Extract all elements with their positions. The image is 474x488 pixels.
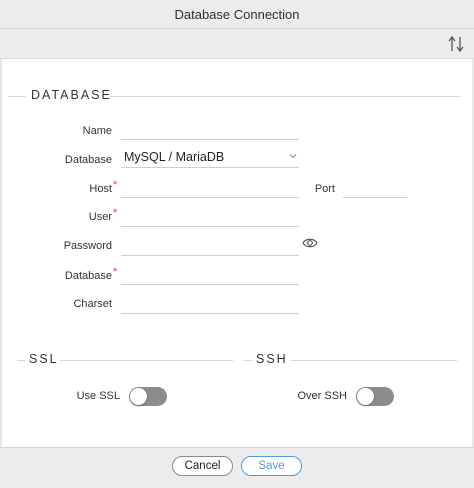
dialog-footer: Cancel Save	[0, 447, 474, 488]
section-rule	[244, 360, 252, 361]
section-rule	[8, 96, 26, 97]
name-field[interactable]	[121, 120, 299, 140]
host-label: Host	[89, 183, 112, 195]
charset-input[interactable]	[121, 294, 299, 313]
database-input[interactable]	[121, 265, 299, 284]
section-title-ssh: SSH	[256, 352, 288, 366]
window-edge-left	[0, 59, 2, 447]
section-rule	[60, 360, 233, 361]
port-input[interactable]	[343, 178, 407, 197]
password-input[interactable]	[121, 236, 299, 255]
database-type-label: Database	[64, 154, 112, 166]
toggle-knob	[130, 388, 147, 405]
database-required-marker: *	[113, 266, 118, 278]
host-field[interactable]	[121, 178, 299, 198]
use-ssl-toggle[interactable]	[129, 387, 167, 406]
toggle-knob	[357, 388, 374, 405]
user-label: User	[88, 211, 112, 223]
toolbar	[0, 29, 474, 59]
charset-label: Charset	[73, 298, 112, 310]
password-field[interactable]	[121, 236, 299, 256]
user-required-marker: *	[113, 207, 118, 219]
section-rule	[291, 360, 457, 361]
port-field[interactable]	[343, 178, 407, 198]
use-ssl-label: Use SSL	[76, 390, 120, 402]
charset-field[interactable]	[121, 294, 299, 314]
database-field[interactable]	[121, 265, 299, 285]
section-title-database: DATABASE	[31, 88, 112, 102]
section-rule	[17, 360, 25, 361]
host-input[interactable]	[121, 178, 299, 197]
section-title-ssl: SSL	[29, 352, 59, 366]
port-label: Port	[314, 183, 335, 195]
database-type-select[interactable]: MySQL / MariaDB	[121, 148, 299, 168]
chevron-down-icon	[289, 154, 297, 159]
user-field[interactable]	[121, 207, 299, 227]
section-rule	[110, 96, 460, 97]
host-required-marker: *	[113, 179, 118, 191]
name-input[interactable]	[121, 120, 299, 139]
database-label: Database	[64, 270, 112, 282]
cancel-button[interactable]: Cancel	[172, 456, 233, 476]
sort-arrows-icon[interactable]	[448, 35, 464, 53]
over-ssh-toggle[interactable]	[356, 387, 394, 406]
window-title: Database Connection	[174, 7, 300, 22]
name-label: Name	[82, 125, 112, 137]
database-type-value: MySQL / MariaDB	[124, 150, 225, 164]
title-bar: Database Connection	[0, 0, 474, 29]
user-input[interactable]	[121, 207, 299, 226]
over-ssh-label: Over SSH	[297, 390, 347, 402]
eye-icon[interactable]	[302, 237, 318, 249]
password-label: Password	[63, 240, 112, 252]
save-button[interactable]: Save	[241, 456, 302, 476]
